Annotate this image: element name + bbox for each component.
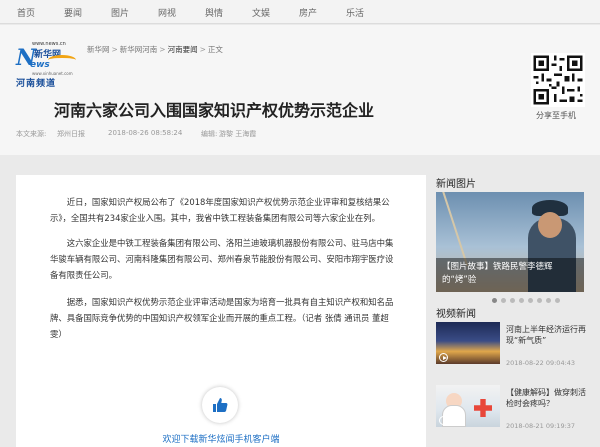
editor-label: 编辑: xyxy=(201,130,218,138)
editor-names: 游黎 王海霞 xyxy=(219,130,257,138)
download-app-link[interactable]: 欢迎下载新华炫闻手机客户端 xyxy=(16,432,426,445)
carousel-dot[interactable] xyxy=(492,298,497,303)
nav-home[interactable]: 首页 xyxy=(17,6,35,19)
video-thumbnail[interactable] xyxy=(436,385,500,427)
carousel-dot[interactable] xyxy=(501,298,506,303)
source-name: 郑州日报 xyxy=(57,130,85,138)
page-title: 河南六家公司入围国家知识产权优势示范企业 xyxy=(54,101,375,120)
article-paragraph: 据悉，国家知识产权优势示范企业评审活动是国家为培育一批具有自主知识产权和知名品牌… xyxy=(50,297,394,339)
article-body: 近日，国家知识产权局公布了《2018年度国家知识产权优势示范企业评审和复核结果公… xyxy=(16,175,426,447)
carousel-dot[interactable] xyxy=(510,298,515,303)
nav-video[interactable]: 网视 xyxy=(158,6,176,19)
thumbs-up-icon xyxy=(213,398,228,412)
article-paragraph: 这六家企业是中铁工程装备集团有限公司、洛阳兰迪玻璃机器股份有限公司、驻马店中集华… xyxy=(50,238,394,280)
carousel-dot[interactable] xyxy=(519,298,524,303)
medical-cross-icon xyxy=(474,399,492,417)
video-thumbnail[interactable] xyxy=(436,322,500,364)
video-item[interactable]: 河南上半年经济运行再现“新气质” 2018-08-22 09:04:43 xyxy=(436,322,586,376)
site-logo[interactable]: www.news.cn N ews 新华网 www.xinhuanet.com … xyxy=(16,41,78,89)
logo-swoosh xyxy=(48,55,76,65)
qr-code-icon xyxy=(531,53,585,107)
qr-share-label: 分享至手机 xyxy=(536,111,576,120)
breadcrumb-current: 正文 xyxy=(207,45,223,54)
like-button[interactable] xyxy=(202,387,238,423)
breadcrumb: 新华网 > 新华网河南 > 河南要闻 > 正文 xyxy=(87,45,223,54)
video-date: 2018-08-21 09:19:37 xyxy=(506,422,576,430)
source-label: 本文来源: xyxy=(16,130,47,138)
nav-property[interactable]: 房产 xyxy=(299,6,317,19)
video-date: 2018-08-22 09:04:43 xyxy=(506,359,576,367)
carousel-dot[interactable] xyxy=(537,298,542,303)
video-item[interactable]: 【健康解码】做穿刺活检时会疼吗？ 2018-08-21 09:19:37 xyxy=(436,385,586,439)
article-paragraph: 近日，国家知识产权局公布了《2018年度国家知识产权优势示范企业评审和复核结果公… xyxy=(50,197,390,223)
nav-headlines[interactable]: 要闻 xyxy=(64,6,82,19)
video-title[interactable]: 【健康解码】做穿刺活检时会疼吗？ xyxy=(506,387,586,409)
article-header: www.news.cn N ews 新华网 www.xinhuanet.com … xyxy=(0,25,600,155)
play-icon xyxy=(439,353,448,362)
carousel-dot[interactable] xyxy=(555,298,560,303)
publish-datetime: 2018-08-26 08:58:24 xyxy=(108,129,183,137)
video-title[interactable]: 河南上半年经济运行再现“新气质” xyxy=(506,324,586,346)
nav-lifestyle[interactable]: 乐活 xyxy=(346,6,364,19)
nav-entertainment[interactable]: 文娱 xyxy=(252,6,270,19)
breadcrumb-henan-news[interactable]: 河南要闻 xyxy=(168,45,198,54)
news-pictures-heading: 新闻图片 xyxy=(436,179,476,190)
nav-pictures[interactable]: 图片 xyxy=(111,6,129,19)
carousel-dot[interactable] xyxy=(528,298,533,303)
breadcrumb-xinhuanet[interactable]: 新华网 xyxy=(87,45,110,54)
breadcrumb-henan[interactable]: 新华网河南 xyxy=(120,45,158,54)
nav-opinion[interactable]: 舆情 xyxy=(205,6,223,19)
play-icon xyxy=(439,416,448,425)
featured-caption[interactable]: 【图片故事】铁路民警李德辉的“烤”验 xyxy=(442,261,578,287)
carousel-dot[interactable] xyxy=(546,298,551,303)
video-news-heading: 视频新闻 xyxy=(436,309,476,320)
top-nav: 首页 要闻 图片 网视 舆情 文娱 房产 乐活 xyxy=(0,0,600,24)
article-meta: 本文来源: 郑州日报 2018-08-26 08:58:24 编辑: 游黎 王海… xyxy=(16,129,536,141)
featured-picture[interactable]: 【图片故事】铁路民警李德辉的“烤”验 xyxy=(436,192,584,292)
